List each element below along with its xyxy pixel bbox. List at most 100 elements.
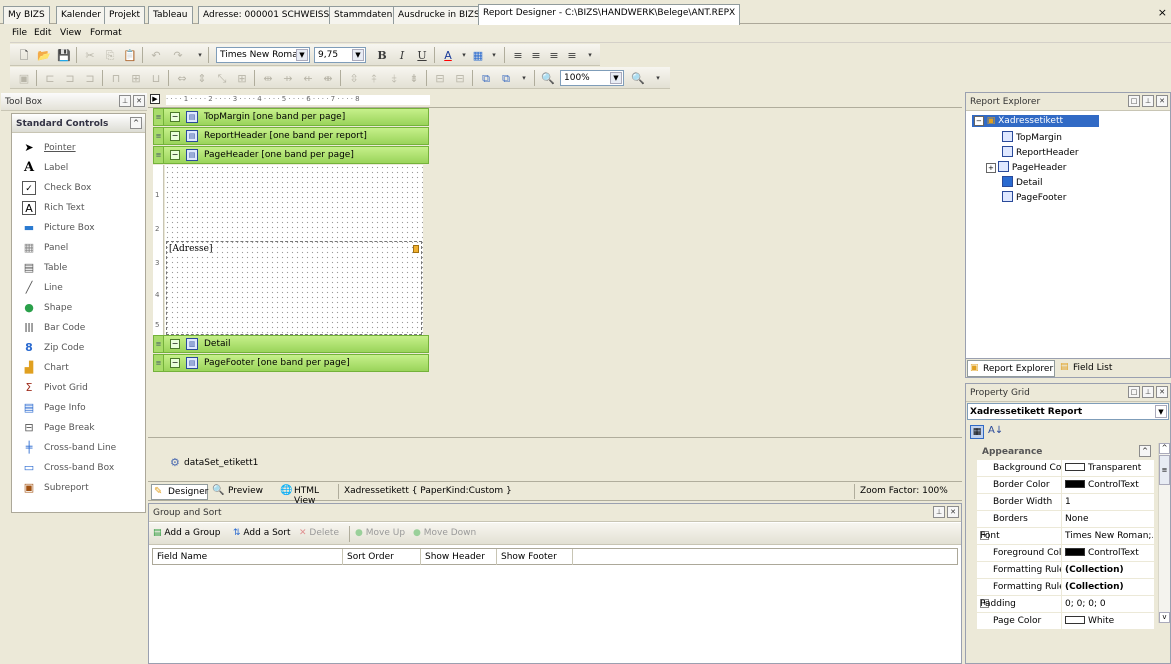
background-color-icon[interactable]: ▦ [470, 48, 486, 63]
property-value[interactable]: (Collection) [1065, 565, 1153, 575]
property-value[interactable]: White [1065, 616, 1153, 626]
collapse-icon[interactable]: − [170, 358, 180, 368]
move-up-button[interactable]: ● Move Up [355, 528, 405, 538]
paste-icon[interactable]: 📋 [122, 48, 138, 63]
band-grip[interactable]: ≡ [154, 147, 164, 163]
zoom-in-icon[interactable]: 🔍 [630, 71, 646, 86]
band-grip[interactable]: ≡ [154, 128, 164, 144]
zoom-out-icon[interactable]: 🔍 [540, 71, 556, 86]
maximize-icon[interactable]: □ [1128, 386, 1140, 398]
pin-icon[interactable]: ⊥ [1142, 95, 1154, 107]
property-row[interactable]: Background Colo Transparent [977, 460, 1154, 477]
send-to-back-icon[interactable]: ⧉ [498, 71, 514, 86]
property-value[interactable]: ControlText [1065, 480, 1153, 490]
smart-tag-icon[interactable] [413, 245, 419, 253]
property-value[interactable]: 1 [1065, 497, 1153, 507]
close-icon[interactable]: ✕ [1156, 386, 1168, 398]
tab-kalender[interactable]: Kalender [56, 6, 106, 24]
property-value[interactable]: (Collection) [1065, 582, 1153, 592]
tab-projekt[interactable]: Projekt [104, 6, 146, 24]
property-row[interactable]: Formatting Rules (Collection) [977, 579, 1154, 596]
ruler-corner-icon[interactable]: ▶ [150, 94, 160, 104]
align-to-grid-icon[interactable]: ▣ [16, 71, 32, 86]
undo-icon[interactable]: ↶ [148, 48, 164, 63]
vertical-spacing-icon[interactable]: ⇳ [346, 71, 362, 86]
collapse-icon[interactable]: − [170, 131, 180, 141]
toolbox-section-header[interactable]: Standard Controls ^ [12, 114, 145, 133]
menu-file[interactable]: File [12, 28, 27, 38]
scroll-down-icon[interactable]: v [1159, 612, 1170, 623]
font-name-combo[interactable]: Times New Roman ▼ [216, 47, 310, 63]
underline-button[interactable]: U [414, 48, 430, 63]
move-down-button[interactable]: ● Move Down [413, 528, 476, 538]
band-page-header[interactable]: ≡ − ▤ PageHeader [one band per page] [153, 146, 429, 164]
align-left-icon[interactable]: ≡ [510, 48, 526, 63]
toolbar-dropdown-icon[interactable]: ▾ [192, 48, 208, 63]
size-to-grid-icon[interactable]: ⊞ [234, 71, 250, 86]
add-sort-button[interactable]: ⇅ Add a Sort [233, 528, 291, 538]
tree-node-detail[interactable]: Detail [1002, 176, 1043, 188]
font-size-combo[interactable]: 9,75 ▼ [314, 47, 366, 63]
toolbar-dropdown-icon[interactable]: ▾ [650, 71, 666, 86]
horizontal-spacing-icon[interactable]: ⇹ [260, 71, 276, 86]
save-icon[interactable]: 💾 [56, 48, 72, 63]
object-selector[interactable]: Xadressetikett Report ▼ [967, 403, 1169, 420]
property-row[interactable]: + Font Times New Roman;... [977, 528, 1154, 545]
bold-button[interactable]: B [374, 48, 390, 63]
categorized-icon[interactable]: ▦ [970, 425, 984, 439]
tree-node-report[interactable]: − ▣ Xadressetikett [972, 115, 1100, 127]
foreground-color-icon[interactable]: A [440, 48, 456, 63]
tree-node-top-margin[interactable]: TopMargin [1002, 131, 1062, 143]
chevron-down-icon[interactable]: ▼ [610, 72, 622, 84]
property-value[interactable]: Transparent [1065, 463, 1153, 473]
scroll-up-icon[interactable]: ^ [1159, 443, 1170, 454]
toolbar-dropdown-icon[interactable]: ▾ [582, 48, 598, 63]
close-icon[interactable]: ✕ [947, 506, 959, 518]
redo-icon[interactable]: ↷ [170, 48, 186, 63]
band-grip[interactable]: ≡ [154, 109, 164, 125]
open-folder-icon[interactable]: 📂 [36, 48, 52, 63]
scroll-thumb[interactable]: ≡ [1159, 455, 1170, 485]
align-right-icon[interactable]: ≡ [546, 48, 562, 63]
property-value[interactable]: ControlText [1065, 548, 1153, 558]
column-field-name[interactable]: Field Name [153, 549, 343, 565]
category-appearance[interactable]: Appearance ^ [978, 443, 1155, 460]
tree-node-report-header[interactable]: ReportHeader [1002, 146, 1079, 158]
copy-icon[interactable]: ⎘ [102, 48, 118, 63]
add-group-button[interactable]: ▤ Add a Group [153, 528, 220, 538]
tab-stammdaten[interactable]: Stammdaten [329, 6, 398, 24]
cut-icon[interactable]: ✂ [82, 48, 98, 63]
pin-icon[interactable]: ⊥ [119, 95, 131, 107]
menu-view[interactable]: View [60, 28, 81, 38]
tab-report-explorer[interactable]: ▣ Report Explorer [967, 360, 1055, 377]
remove-v-spacing-icon[interactable]: ⇟ [406, 71, 422, 86]
tab-html-view[interactable]: 🌐 HTML View [278, 484, 340, 506]
align-centers-icon[interactable]: ⊐ [62, 71, 78, 86]
toolbar-dropdown-icon[interactable]: ▾ [516, 71, 532, 86]
zoom-combo[interactable]: 100% ▼ [560, 70, 624, 86]
pin-icon[interactable]: ⊥ [933, 506, 945, 518]
property-row[interactable]: Border Width 1 [977, 494, 1154, 511]
band-top-margin[interactable]: ≡ − ▤ TopMargin [one band per page] [153, 108, 429, 126]
tree-expander-icon[interactable]: + [986, 163, 996, 173]
increase-h-spacing-icon[interactable]: ⇸ [280, 71, 296, 86]
align-rights-icon[interactable]: ⊐ [82, 71, 98, 86]
column-sort-order[interactable]: Sort Order [343, 549, 421, 565]
maximize-icon[interactable]: □ [1128, 95, 1140, 107]
property-row[interactable]: Foreground Colo ControlText [977, 545, 1154, 562]
collapse-icon[interactable]: ^ [1139, 445, 1151, 457]
same-height-icon[interactable]: ⇕ [194, 71, 210, 86]
dataset-component[interactable]: dataSet_etikett1 [184, 458, 258, 468]
property-row[interactable]: + Padding 0; 0; 0; 0 [977, 596, 1154, 613]
center-vertically-icon[interactable]: ⊟ [452, 71, 468, 86]
property-scrollbar[interactable]: ^ ≡ v [1158, 443, 1170, 623]
tree-node-page-header[interactable]: + PageHeader [986, 161, 1066, 173]
center-horizontally-icon[interactable]: ⊟ [432, 71, 448, 86]
property-value[interactable]: Times New Roman;... [1065, 531, 1153, 541]
align-tops-icon[interactable]: ⊓ [108, 71, 124, 86]
tree-expander-icon[interactable]: − [974, 116, 984, 126]
italic-button[interactable]: I [394, 48, 410, 63]
pin-icon[interactable]: ⊥ [1142, 386, 1154, 398]
tab-adresse[interactable]: Adresse: 000001 SCHWEISS [198, 6, 335, 24]
align-middles-icon[interactable]: ⊞ [128, 71, 144, 86]
